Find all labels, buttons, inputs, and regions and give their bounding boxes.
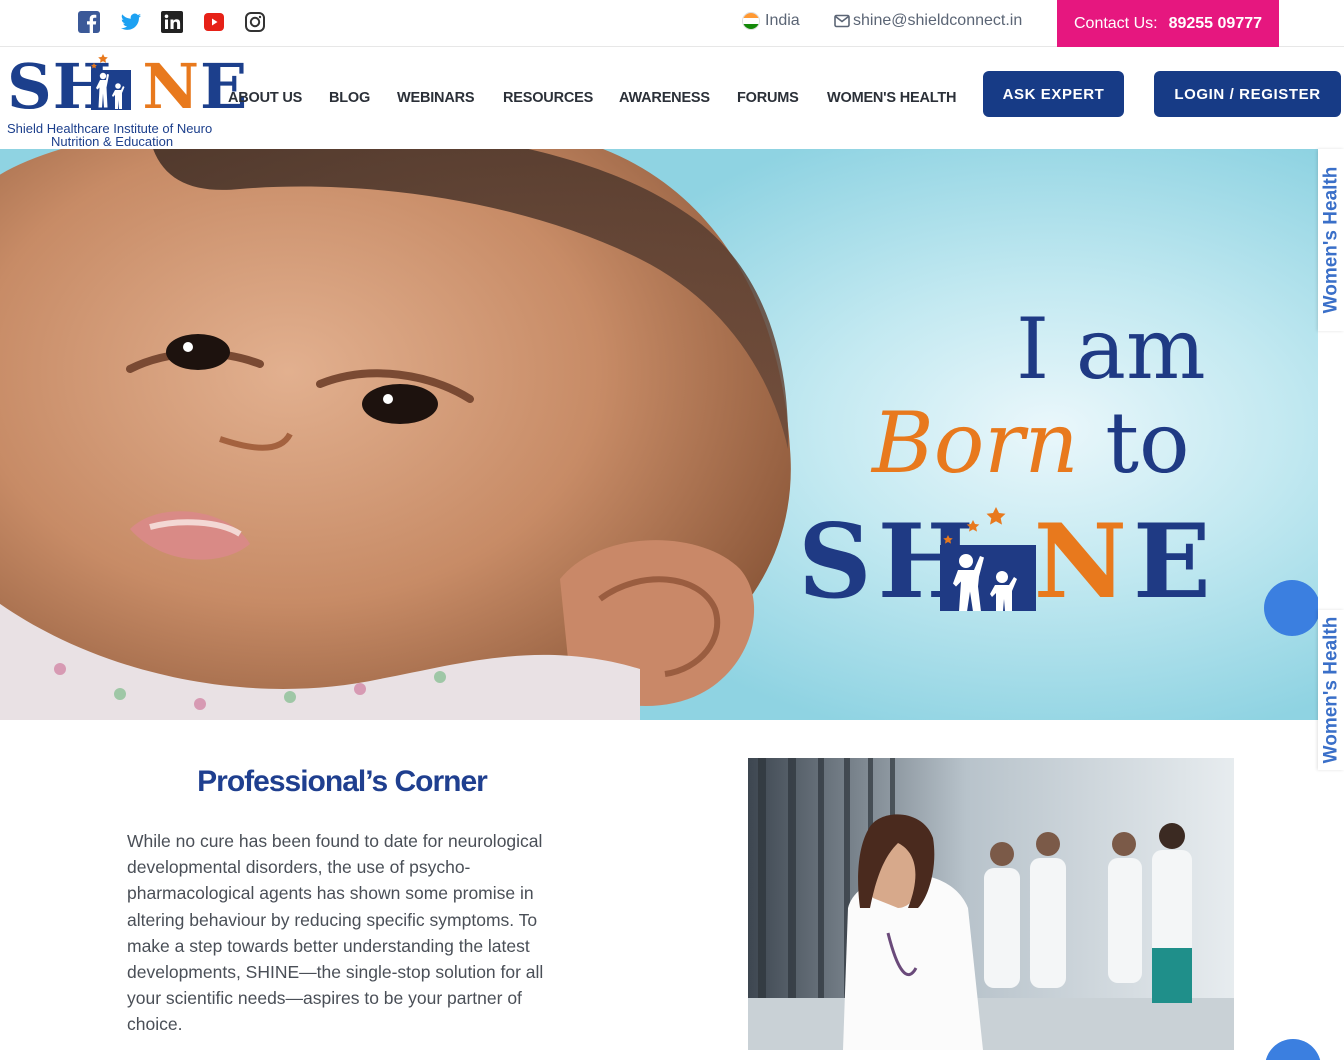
nav-forums[interactable]: FORUMS [737, 90, 799, 106]
nav-blog[interactable]: BLOG [329, 90, 370, 106]
womens-health-side-tab-2[interactable]: Women's Health [1318, 610, 1344, 770]
scroll-to-top-button-2[interactable] [1265, 1039, 1321, 1060]
country-selector[interactable]: India [742, 12, 800, 30]
womens-health-side-tab[interactable]: Women's Health [1318, 149, 1344, 331]
contact-label: Contact Us: [1073, 14, 1158, 32]
hero-figures-icon [940, 507, 1036, 611]
contact-us-button[interactable]: Contact Us: 89255 09777 [1057, 0, 1279, 47]
twitter-icon[interactable] [120, 11, 142, 33]
professionals-corner-title: Professional’s Corner [197, 765, 488, 798]
nav-awareness[interactable]: AWARENESS [619, 90, 710, 106]
youtube-icon[interactable] [203, 11, 225, 33]
nav-womens-health[interactable]: WOMEN'S HEALTH [827, 90, 956, 106]
hero-slogan-line1: I am [1016, 300, 1206, 398]
email-link[interactable]: shine@shieldconnect.in [834, 12, 1022, 30]
professionals-corner-text: While no cure has been found to date for… [127, 831, 544, 1035]
email-label: shine@shieldconnect.in [853, 12, 1023, 29]
contact-phone: 89255 09777 [1168, 14, 1263, 32]
facebook-icon[interactable] [78, 11, 100, 33]
ask-expert-button[interactable]: ASK EXPERT [983, 71, 1124, 117]
logo-tagline: Shield Healthcare Institute of Neuro Nut… [7, 121, 213, 149]
nav-webinars[interactable]: WEBINARS [397, 90, 475, 106]
login-register-button[interactable]: LOGIN / REGISTER [1154, 71, 1341, 117]
scroll-to-top-button[interactable] [1264, 580, 1318, 636]
logo-figures-icon [91, 54, 131, 110]
instagram-icon[interactable] [244, 11, 266, 33]
hero-banner: I am Born to SHINE [0, 149, 1318, 720]
india-flag-icon [742, 12, 760, 30]
mail-icon [834, 14, 850, 28]
nav-resources[interactable]: RESOURCES [503, 90, 593, 106]
doctors-photo [748, 758, 1234, 1050]
shine-logo[interactable]: SHINE Shield Healthcare Institute of Neu… [7, 48, 247, 149]
hero-slogan-line2: Born to [872, 394, 1190, 492]
top-bar: India shine@shieldconnect.in Contact Us:… [0, 0, 1344, 47]
country-label: India [765, 12, 800, 29]
linkedin-icon[interactable] [161, 11, 183, 33]
nav-about-us[interactable]: ABOUT US [228, 90, 302, 106]
